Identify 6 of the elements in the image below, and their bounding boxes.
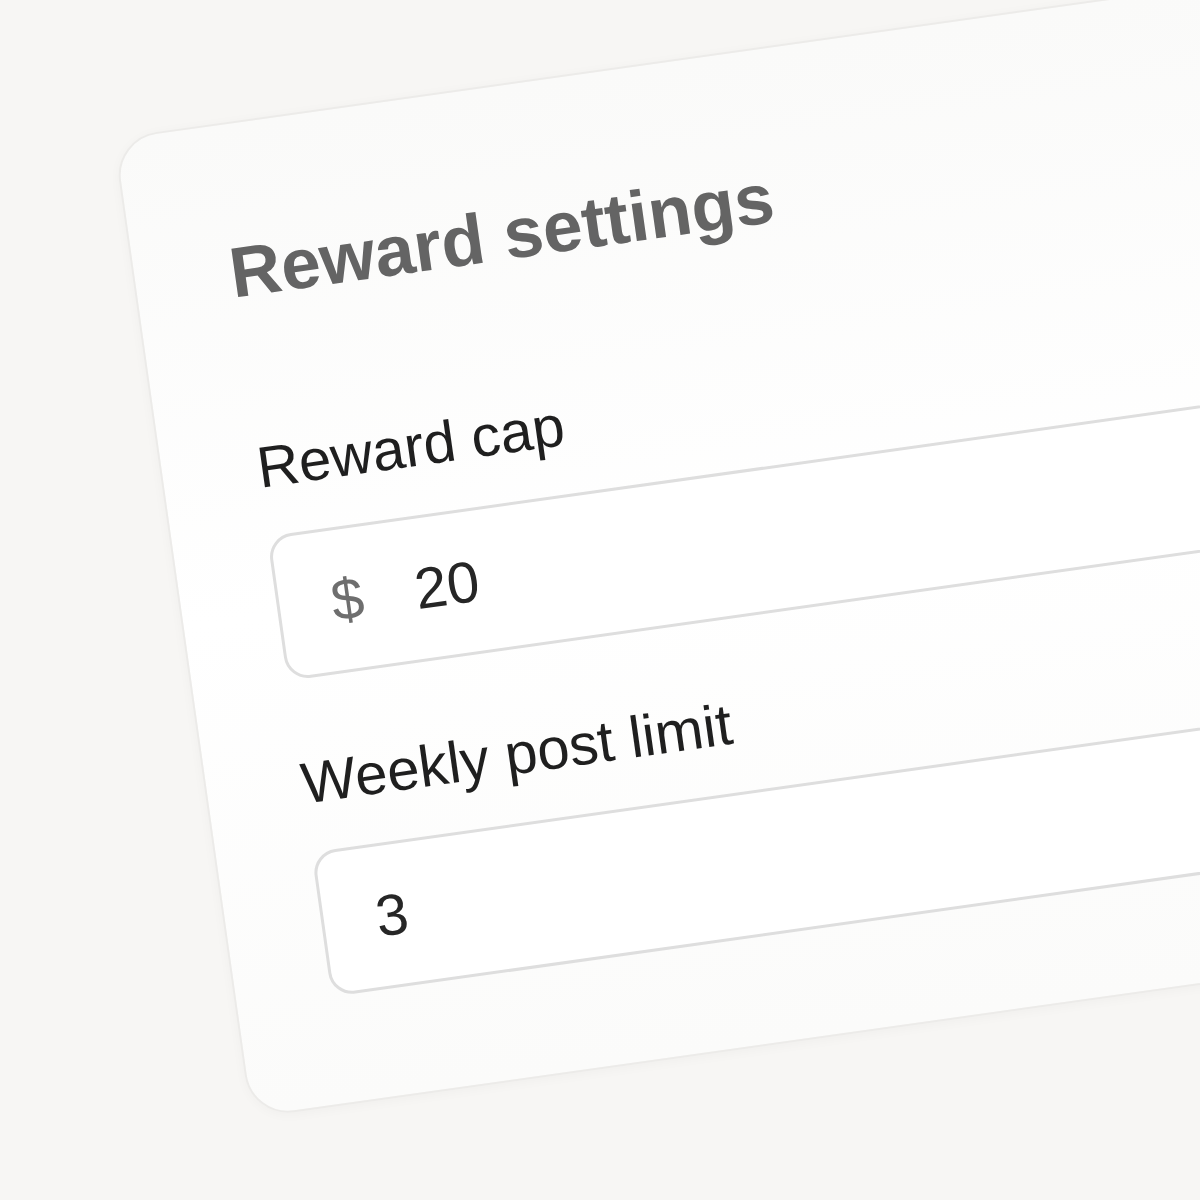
input-value: 20 <box>411 551 483 619</box>
currency-symbol: $ <box>327 567 368 630</box>
card-title: Reward settings <box>225 162 779 309</box>
field-label: Weekly post limit <box>297 694 736 813</box>
field-label: Reward cap <box>253 396 568 497</box>
input-value: 3 <box>371 883 412 946</box>
